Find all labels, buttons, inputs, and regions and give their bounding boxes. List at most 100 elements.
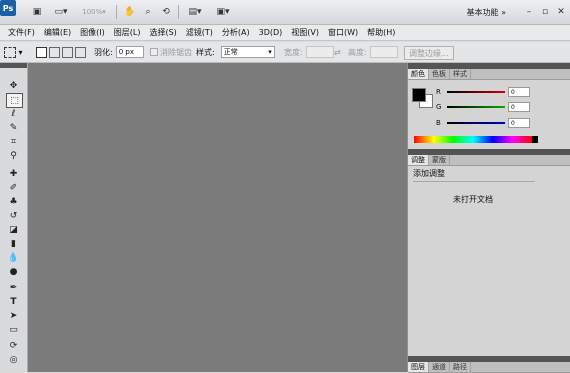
gradient-tool-icon[interactable]: ▮ — [6, 237, 21, 250]
zoom-icon[interactable]: ⌕ — [141, 5, 155, 19]
feather-label: 羽化: — [94, 47, 113, 57]
zoom-level-dropdown[interactable]: 100% ▾ — [78, 5, 110, 19]
channel-value-r[interactable]: 0 — [508, 87, 530, 97]
adjustments-divider — [413, 181, 535, 182]
brush-tool-icon[interactable]: ✐ — [6, 181, 21, 194]
no-document-message: 未打开文档 — [453, 195, 493, 204]
bridge-icon[interactable]: ▣ — [30, 5, 44, 19]
3d-rotate-tool-icon[interactable]: ⟳ — [6, 339, 21, 352]
menu-window[interactable]: 窗口(W) — [328, 27, 358, 38]
tab-channels[interactable]: 通道 — [429, 362, 450, 372]
menu-layer[interactable]: 图层(L) — [114, 27, 141, 38]
shape-tool-icon[interactable]: ▭ — [6, 323, 21, 336]
tools-panel: ✥ ⬚ ℓ ✎ ⌗ ⚲ ✚ ✐ ♣ ↺ ◪ ▮ 💧 ● ✒ T ➤ ▭ ⟳ ◎ — [0, 63, 28, 372]
color-spectrum-bar[interactable] — [414, 136, 532, 143]
close-button[interactable]: ✕ — [554, 5, 568, 19]
selection-mode-group — [36, 46, 86, 58]
menu-analysis[interactable]: 分析(A) — [222, 27, 250, 38]
height-label: 高度: — [348, 47, 367, 57]
eraser-tool-icon[interactable]: ◪ — [6, 223, 21, 236]
style-value: 正常 — [223, 48, 238, 56]
workspace-label: 基本功能 — [466, 7, 499, 17]
menu-image[interactable]: 图像(I) — [80, 27, 105, 38]
tab-masks[interactable]: 蒙版 — [429, 155, 450, 165]
width-group: 宽度: — [284, 46, 334, 58]
tab-color[interactable]: 颜色 — [408, 69, 429, 79]
menu-select[interactable]: 选择(S) — [149, 27, 176, 38]
width-input[interactable] — [305, 46, 334, 58]
tab-swatches[interactable]: 色板 — [429, 69, 450, 79]
tab-layers[interactable]: 图层 — [408, 362, 429, 372]
channel-value-g[interactable]: 0 — [508, 102, 530, 112]
panel-dock: 颜色 色板 样式 R 0 G 0 B 0 调整 蒙版 添加调整 未打开文档 图层… — [407, 63, 570, 373]
healing-brush-tool-icon[interactable]: ✚ — [6, 167, 21, 180]
restore-button[interactable]: ▫ — [538, 5, 552, 19]
history-brush-tool-icon[interactable]: ↺ — [6, 209, 21, 222]
slider-track-r[interactable] — [447, 91, 505, 93]
adjust-panel-tabs: 调整 蒙版 — [408, 155, 570, 166]
marquee-tool-icon[interactable]: ⬚ — [6, 93, 23, 108]
channel-label-b: B — [436, 119, 441, 127]
new-selection-icon[interactable] — [36, 46, 47, 58]
menu-3d[interactable]: 3D(D) — [259, 28, 283, 37]
intersect-selection-icon[interactable] — [75, 46, 86, 58]
channel-label-r: R — [436, 88, 441, 96]
swap-dimensions-icon[interactable]: ⇄ — [334, 46, 341, 58]
screen-mode-icon[interactable]: ▣▾ — [212, 5, 234, 19]
eyedropper-tool-icon[interactable]: ⚲ — [6, 149, 21, 162]
lasso-tool-icon[interactable]: ℓ — [6, 107, 21, 120]
style-select[interactable]: 正常 ▾ — [220, 46, 275, 58]
clone-stamp-tool-icon[interactable]: ♣ — [6, 195, 21, 208]
zoom-level-value: 100% — [82, 8, 103, 16]
blur-tool-icon[interactable]: 💧 — [6, 251, 21, 264]
style-label: 样式: — [196, 47, 215, 57]
channel-value-b[interactable]: 0 — [508, 118, 530, 128]
color-slider-r[interactable]: R 0 — [436, 87, 530, 97]
color-slider-g[interactable]: G 0 — [436, 102, 530, 112]
menu-file[interactable]: 文件(F) — [8, 27, 35, 38]
menu-bar: 文件(F) 编辑(E) 图像(I) 图层(L) 选择(S) 滤镜(T) 分析(A… — [0, 25, 570, 41]
tab-paths[interactable]: 路径 — [450, 362, 471, 372]
crop-tool-icon[interactable]: ⌗ — [6, 135, 21, 148]
workspace-switcher[interactable]: 基本功能 » — [467, 5, 506, 19]
channel-label-g: G — [436, 103, 442, 111]
pen-tool-icon[interactable]: ✒ — [6, 281, 21, 294]
move-tool-icon[interactable]: ✥ — [6, 79, 21, 92]
spectrum-black-swatch[interactable] — [532, 136, 538, 143]
feather-input[interactable]: 0 px — [115, 46, 144, 58]
refine-edge-button[interactable]: 调整边缘... — [404, 46, 454, 60]
height-group: 高度: — [348, 46, 398, 58]
tools-panel-header[interactable] — [0, 63, 27, 68]
quick-selection-tool-icon[interactable]: ✎ — [6, 121, 21, 134]
tab-adjustments[interactable]: 调整 — [408, 155, 429, 165]
slider-track-b[interactable] — [447, 122, 505, 124]
tab-styles[interactable]: 样式 — [450, 69, 471, 79]
hand-icon[interactable]: ✋ — [123, 5, 137, 19]
3d-orbit-tool-icon[interactable]: ◎ — [6, 353, 21, 366]
height-input[interactable] — [369, 46, 398, 58]
menu-view[interactable]: 视图(V) — [291, 27, 319, 38]
minimize-button[interactable]: – — [522, 5, 536, 19]
layers-panel-tabs: 图层 通道 路径 — [408, 362, 570, 373]
rotate-view-icon[interactable]: ⟲ — [159, 5, 173, 19]
title-bar: Ps ▣ ▭▾ 100% ▾ ✋ ⌕ ⟲ ▤▾ ▣▾ 基本功能 » – ▫ ✕ — [0, 0, 570, 25]
color-slider-b[interactable]: B 0 — [436, 118, 530, 128]
antialias-checkbox[interactable]: 消除锯齿 — [150, 46, 192, 58]
menu-help[interactable]: 帮助(H) — [367, 27, 395, 38]
add-selection-icon[interactable] — [49, 46, 60, 58]
tool-preset-picker[interactable]: ▾ — [4, 46, 23, 58]
style-group: 样式: 正常 ▾ — [196, 46, 275, 58]
options-bar: ▾ 羽化: 0 px 消除锯齿 样式: 正常 ▾ 宽度: ⇄ 高度: 调整边缘..… — [0, 42, 570, 63]
slider-track-g[interactable] — [447, 106, 505, 108]
path-selection-tool-icon[interactable]: ➤ — [6, 309, 21, 322]
view-extras-icon[interactable]: ▭▾ — [50, 5, 72, 19]
foreground-color-swatch[interactable] — [412, 88, 426, 102]
dodge-tool-icon[interactable]: ● — [6, 265, 21, 278]
menu-filter[interactable]: 滤镜(T) — [186, 27, 213, 38]
document-area[interactable] — [28, 63, 407, 372]
type-tool-icon[interactable]: T — [6, 295, 21, 308]
arrange-documents-icon[interactable]: ▤▾ — [184, 5, 206, 19]
menu-edit[interactable]: 编辑(E) — [44, 27, 71, 38]
subtract-selection-icon[interactable] — [62, 46, 73, 58]
photoshop-logo: Ps — [0, 0, 16, 16]
